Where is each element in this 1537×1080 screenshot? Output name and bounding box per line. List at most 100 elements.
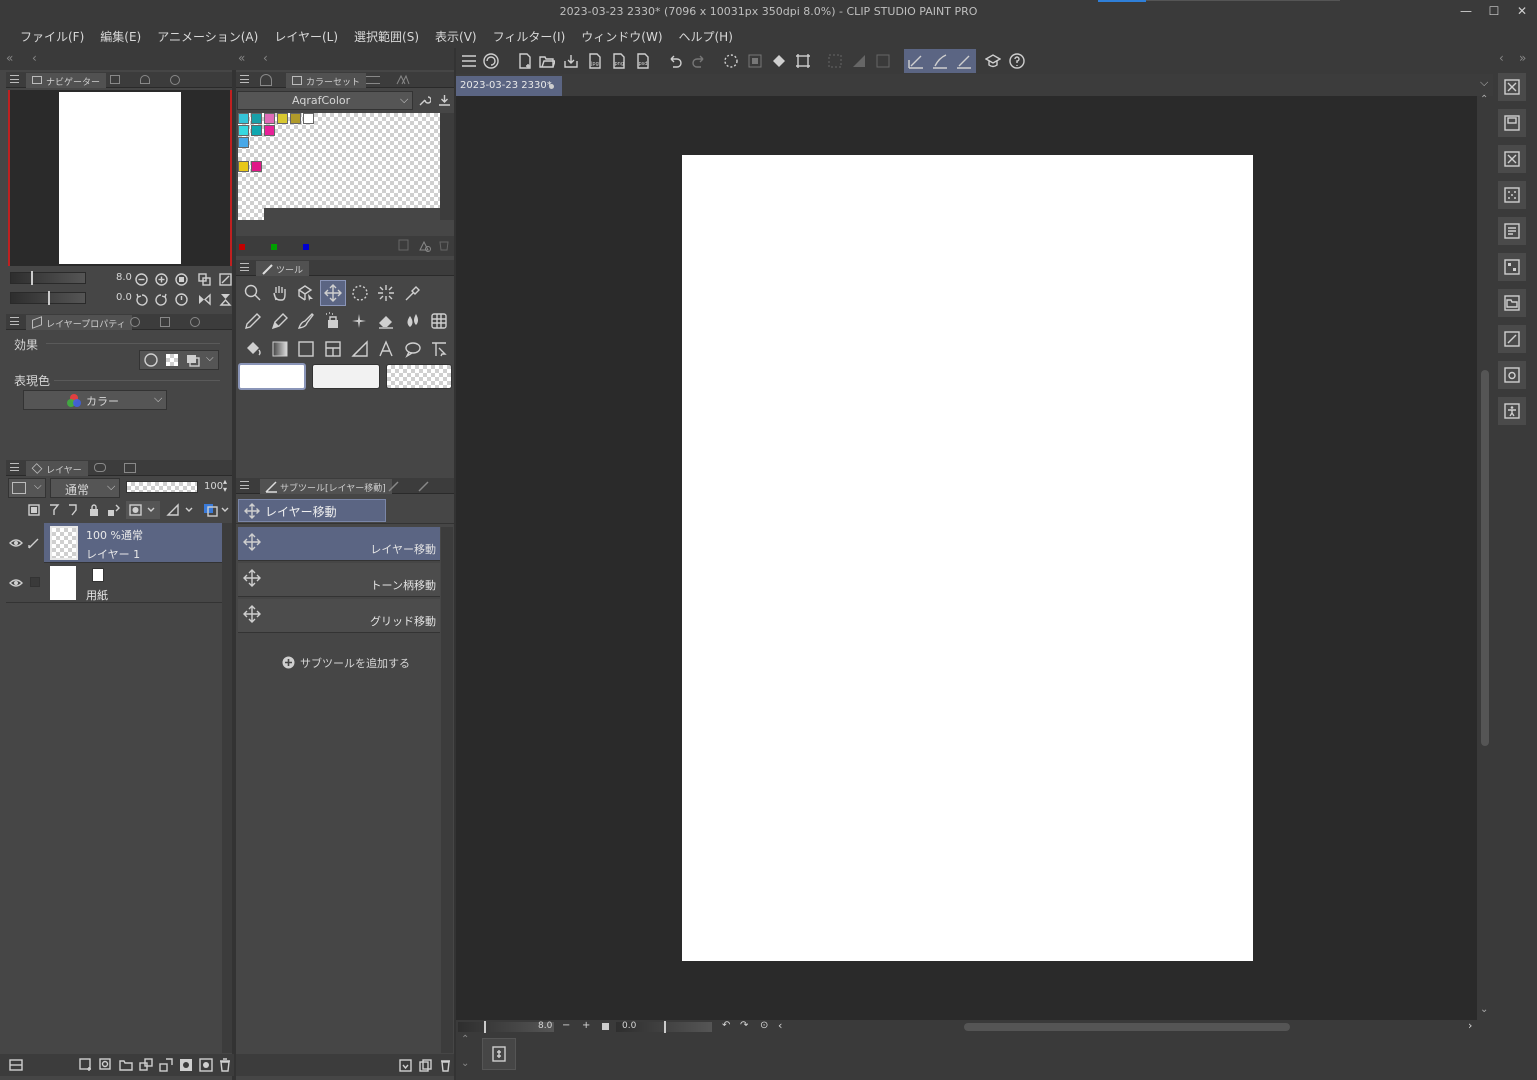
layer-row-paper[interactable]: 用紙 xyxy=(6,563,222,603)
collapse-down-icon[interactable]: ⌄ xyxy=(461,1058,469,1069)
combine-layer-icon[interactable] xyxy=(158,1057,174,1073)
color-swatch[interactable] xyxy=(277,113,288,124)
color-set-scrollbar[interactable] xyxy=(440,113,454,220)
eraser-tool-icon[interactable] xyxy=(373,308,400,334)
tab-color-set[interactable]: カラーセット xyxy=(286,73,367,88)
delete-color-icon[interactable] xyxy=(437,238,451,252)
lock-transparent-icon[interactable] xyxy=(106,502,122,518)
canvas-area[interactable] xyxy=(456,96,1477,1020)
accessibility-panel-button[interactable] xyxy=(1497,396,1527,426)
folder-panel-button[interactable] xyxy=(1497,288,1527,318)
actual-size-icon[interactable] xyxy=(197,272,211,286)
subtool-settings-icon[interactable] xyxy=(397,1057,413,1073)
tab-layer-property[interactable]: レイヤープロパティ xyxy=(26,315,132,330)
pen-tool-icon[interactable] xyxy=(240,308,267,334)
invert-selection-icon[interactable] xyxy=(850,52,868,70)
zoom-slider[interactable] xyxy=(10,271,86,285)
clear-outside-icon[interactable] xyxy=(746,52,764,70)
transform-icon[interactable] xyxy=(794,52,812,70)
color-swatch[interactable] xyxy=(251,161,262,172)
minimize-button[interactable]: — xyxy=(1459,4,1473,18)
chevron-down-icon[interactable]: ⌵ xyxy=(1480,76,1488,90)
menu-filter[interactable]: フィルター(I) xyxy=(485,24,574,48)
vertical-scroll-thumb[interactable] xyxy=(1481,370,1489,746)
sub-color-swatch[interactable] xyxy=(312,364,380,389)
subtool-scrollbar[interactable] xyxy=(441,527,453,1053)
flip-vertical-icon[interactable] xyxy=(218,292,232,306)
color-swatch[interactable] xyxy=(238,161,249,172)
replace-color-icon[interactable] xyxy=(417,238,431,252)
page-manager-button[interactable] xyxy=(1497,216,1527,246)
eyedropper-tool-icon[interactable] xyxy=(400,280,427,306)
scroll-right-icon[interactable]: › xyxy=(1468,1019,1472,1032)
approximate-color-icon[interactable] xyxy=(396,74,410,85)
chevron-left-icon[interactable]: ‹ xyxy=(1499,51,1504,65)
rotate-left-icon[interactable] xyxy=(134,292,148,306)
opacity-value[interactable]: 100 xyxy=(204,481,223,492)
search-icon[interactable] xyxy=(140,75,150,84)
expand-up-icon[interactable]: ⌃ xyxy=(461,1034,469,1045)
canvas-paper[interactable] xyxy=(682,155,1253,961)
tab-navigator[interactable]: ナビゲーター xyxy=(26,73,107,88)
palette-color-select[interactable] xyxy=(202,501,232,519)
blend-tool-icon[interactable] xyxy=(400,308,427,334)
subtool-item-move-layer[interactable]: レイヤー移動 xyxy=(238,527,440,561)
close-tab-icon[interactable] xyxy=(549,84,554,89)
document-tab[interactable]: 2023-03-23 2330* xyxy=(456,76,562,96)
tool-property-tab-icon[interactable] xyxy=(388,481,402,492)
camera-panel-button[interactable] xyxy=(1497,360,1527,390)
help-icon[interactable] xyxy=(1008,52,1026,70)
figure-tool-icon[interactable] xyxy=(426,308,453,334)
color-swatch[interactable] xyxy=(238,137,249,148)
zoom-in-icon[interactable] xyxy=(154,272,168,286)
menu-view[interactable]: 表示(V) xyxy=(427,24,485,48)
color-swatch[interactable] xyxy=(264,113,275,124)
blend-mode-select[interactable]: 通常 ⌵ xyxy=(50,478,120,498)
undo-icon[interactable] xyxy=(666,52,684,70)
layer-color-icon[interactable] xyxy=(186,353,200,367)
scroll-down-icon[interactable]: ⌄ xyxy=(1480,1004,1488,1015)
tone-effect-icon[interactable] xyxy=(166,354,178,366)
canvas-rotate-thumb[interactable] xyxy=(664,1021,666,1033)
expand-selection-icon[interactable] xyxy=(874,52,892,70)
new-vector-layer-icon[interactable] xyxy=(98,1057,114,1073)
menu-icon[interactable] xyxy=(10,75,19,83)
draft-icon[interactable] xyxy=(66,502,82,518)
new-raster-layer-icon[interactable] xyxy=(78,1057,94,1073)
scroll-up-icon[interactable]: ⌃ xyxy=(1480,94,1488,105)
info-icon[interactable] xyxy=(170,75,180,85)
apply-mask-icon[interactable] xyxy=(198,1057,214,1073)
operation-tool-icon[interactable] xyxy=(293,280,320,306)
zoom-tool-icon[interactable] xyxy=(240,280,267,306)
reference-icon[interactable] xyxy=(46,502,62,518)
zoom-slider-thumb[interactable] xyxy=(31,271,33,285)
transfer-layer-icon[interactable] xyxy=(138,1057,154,1073)
brush-size-tab-icon[interactable] xyxy=(418,481,432,492)
fill-tool-icon[interactable] xyxy=(240,336,267,362)
menu-icon[interactable] xyxy=(240,263,249,271)
menu-edit[interactable]: 編集(E) xyxy=(92,24,149,48)
collapse-right-icon[interactable]: » xyxy=(1519,51,1526,65)
gradient-tool-icon[interactable] xyxy=(267,336,294,362)
layer-color-select[interactable]: ⌵ xyxy=(8,478,46,498)
delete-layer-icon[interactable] xyxy=(217,1057,233,1073)
add-color-icon[interactable] xyxy=(397,238,411,252)
materials-icon[interactable] xyxy=(984,52,1002,70)
rotate-slider-thumb[interactable] xyxy=(48,291,50,305)
chevron-down-icon[interactable]: ⌵ xyxy=(206,353,214,364)
save-window-button[interactable] xyxy=(1497,108,1527,138)
navigator-preview[interactable] xyxy=(8,90,232,266)
border-effect-icon[interactable] xyxy=(144,353,158,367)
transparent-color-swatch[interactable] xyxy=(386,364,452,389)
menu-file[interactable]: ファイル(F) xyxy=(12,24,92,48)
close-all-button[interactable] xyxy=(1497,144,1527,174)
main-menu-icon[interactable] xyxy=(460,52,478,70)
collapse-left-icon[interactable]: « xyxy=(6,51,13,65)
tone-panel-button[interactable] xyxy=(1497,180,1527,210)
close-window-button[interactable] xyxy=(1497,72,1527,102)
menu-animation[interactable]: アニメーション(A) xyxy=(149,24,266,48)
menu-icon[interactable] xyxy=(240,75,249,83)
chevron-left-icon[interactable]: ‹ xyxy=(32,51,37,65)
color-swatch[interactable] xyxy=(238,113,249,124)
zoom-out-icon[interactable]: − xyxy=(562,1020,570,1031)
